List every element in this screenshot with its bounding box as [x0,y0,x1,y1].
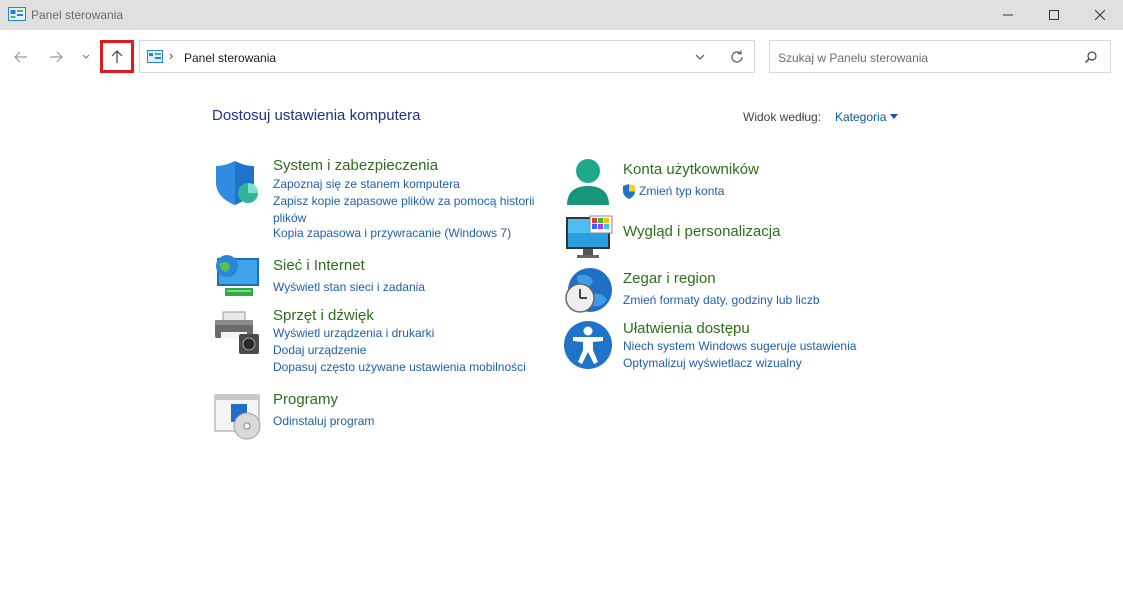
control-panel-icon [8,7,26,21]
link-add-device[interactable]: Dodaj urządzenie [273,342,366,359]
back-button[interactable] [9,44,33,70]
arrow-right-icon [50,51,63,63]
recent-locations-button[interactable] [79,44,93,70]
category-clock-region[interactable]: Zegar i region [623,270,716,287]
category-appearance-personalization[interactable]: Wygląd i personalizacja [623,223,780,240]
link-file-history[interactable]: Zapisz kopie zapasowe plików za pomocą h… [273,193,548,227]
up-button[interactable] [100,40,134,73]
maximize-button[interactable] [1031,0,1077,30]
uac-shield-icon [623,184,635,199]
network-globe-icon[interactable] [213,252,263,302]
link-change-account-type[interactable]: Zmień typ konta [639,183,724,200]
view-by-label: Widok według: [743,110,822,124]
minimize-button[interactable] [985,0,1031,30]
link-date-time-formats[interactable]: Zmień formaty daty, godziny lub liczb [623,292,820,309]
search-icon[interactable] [1084,50,1098,64]
shield-icon[interactable] [213,158,263,208]
chevron-down-icon [82,54,90,59]
category-system-security[interactable]: System i zabezpieczenia [273,157,438,174]
title-bar: Panel sterowania [0,0,1123,30]
programs-icon[interactable] [213,392,263,442]
breadcrumb-separator: › [169,48,174,63]
link-mobility-settings[interactable]: Dopasuj często używane ustawienia mobiln… [273,359,526,376]
link-uninstall-program[interactable]: Odinstaluj program [273,413,374,430]
breadcrumb[interactable]: Panel sterowania [184,51,276,65]
minimize-icon [1003,14,1013,16]
search-placeholder: Szukaj w Panelu sterowania [778,51,929,65]
forward-button[interactable] [44,44,68,70]
category-user-accounts[interactable]: Konta użytkowników [623,161,759,178]
link-review-status[interactable]: Zapoznaj się ze stanem komputera [273,176,460,193]
arrow-left-icon [14,51,27,63]
close-button[interactable] [1077,0,1123,30]
maximize-icon [1049,10,1059,20]
category-network-internet[interactable]: Sieć i Internet [273,257,365,274]
caret-down-icon[interactable] [890,114,898,119]
chevron-down-icon[interactable] [693,50,707,64]
link-backup-restore[interactable]: Kopia zapasowa i przywracanie (Windows 7… [273,225,511,242]
printer-icon[interactable] [213,308,263,358]
clock-globe-icon[interactable] [563,266,613,316]
arrow-up-icon [111,49,123,63]
search-input[interactable]: Szukaj w Panelu sterowania [769,40,1111,73]
window-title: Panel sterowania [31,8,124,22]
category-hardware-sound[interactable]: Sprzęt i dźwięk [273,307,374,324]
accessibility-icon[interactable] [563,320,613,370]
monitor-icon[interactable] [563,213,613,263]
link-network-status[interactable]: Wyświetl stan sieci i zadania [273,279,425,296]
control-panel-icon [147,50,163,63]
user-icon[interactable] [563,157,613,207]
page-title: Dostosuj ustawienia komputera [212,107,421,124]
category-accessibility[interactable]: Ułatwienia dostępu [623,320,750,337]
link-devices-printers[interactable]: Wyświetl urządzenia i drukarki [273,325,434,342]
refresh-icon[interactable] [729,49,745,65]
address-bar[interactable]: › Panel sterowania [139,40,755,73]
link-windows-suggest-settings[interactable]: Niech system Windows sugeruje ustawienia [623,338,856,355]
category-programs[interactable]: Programy [273,391,338,408]
link-optimize-visual-display[interactable]: Optymalizuj wyświetlacz wizualny [623,355,802,372]
view-by-dropdown[interactable]: Kategoria [835,110,886,124]
close-icon [1095,10,1105,20]
